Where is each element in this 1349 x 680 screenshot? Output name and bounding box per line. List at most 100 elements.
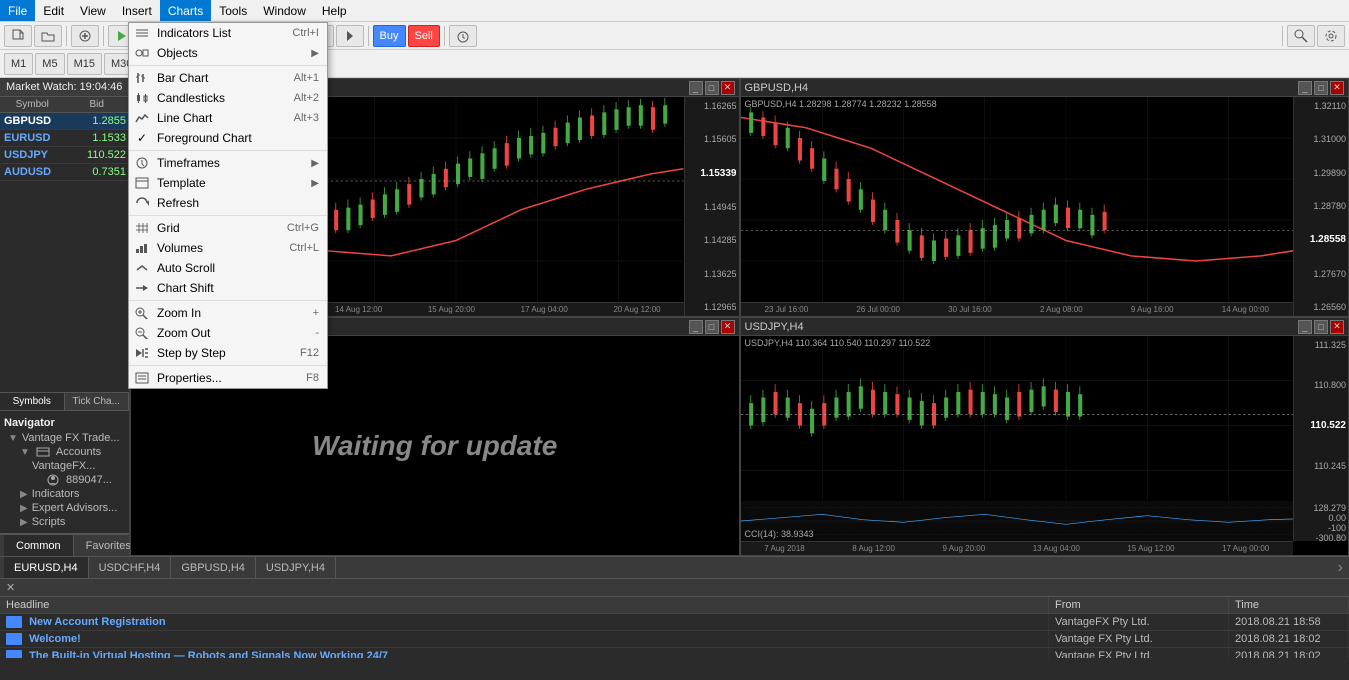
menu-refresh[interactable]: Refresh bbox=[129, 193, 327, 213]
menu-help[interactable]: Help bbox=[314, 0, 355, 21]
menu-tools[interactable]: Tools bbox=[211, 0, 255, 21]
news-row-2[interactable]: Welcome! Vantage FX Pty Ltd. 2018.08.21 … bbox=[0, 631, 1349, 648]
chart-eurusd-close[interactable]: ✕ bbox=[721, 81, 735, 95]
timer-button[interactable] bbox=[449, 25, 477, 47]
refresh-icon bbox=[133, 196, 151, 210]
news-row-3[interactable]: The Built-in Virtual Hosting — Robots an… bbox=[0, 648, 1349, 658]
chart-usdjpy-close[interactable]: ✕ bbox=[1330, 320, 1344, 334]
chart-tab-usdchf[interactable]: USDCHF,H4 bbox=[89, 557, 172, 578]
menu-edit[interactable]: Edit bbox=[35, 0, 72, 21]
menu-window[interactable]: Window bbox=[255, 0, 314, 21]
volumes-shortcut: Ctrl+L bbox=[269, 242, 319, 254]
mw-row-eurusd[interactable]: EURUSD 1.1533 bbox=[0, 130, 129, 147]
refresh-label: Refresh bbox=[157, 196, 199, 210]
navigator-item-vantage[interactable]: ▼ Vantage FX Trade... bbox=[4, 431, 125, 445]
chart-gbpusd-content[interactable]: GBPUSD,H4 1.28298 1.28774 1.28232 1.2855… bbox=[741, 97, 1349, 316]
chart-usdjpy-minimize[interactable]: _ bbox=[1298, 320, 1312, 334]
navigator-item-scripts[interactable]: ▶ Scripts bbox=[4, 515, 125, 529]
mw-row-usdjpy[interactable]: USDJPY 110.522 bbox=[0, 147, 129, 164]
chart-gbpusd-close[interactable]: ✕ bbox=[1330, 81, 1344, 95]
chart-usdjpy-titlebar: USDJPY,H4 _ □ ✕ bbox=[741, 318, 1349, 336]
forward-button[interactable] bbox=[336, 25, 364, 47]
buy-button[interactable]: Buy bbox=[373, 25, 406, 47]
sell-button[interactable]: Sell bbox=[408, 25, 440, 47]
new-order-button[interactable] bbox=[71, 25, 99, 47]
nav-label-accounts: Accounts bbox=[56, 446, 101, 458]
menu-volumes[interactable]: Volumes Ctrl+L bbox=[129, 238, 327, 258]
settings-button[interactable] bbox=[1317, 25, 1345, 47]
navigator-item-accounts[interactable]: ▼ Accounts bbox=[4, 445, 125, 459]
auto-scroll-icon bbox=[133, 261, 151, 275]
mw-sym-eurusd: EURUSD bbox=[0, 130, 55, 146]
tab-tick-chart[interactable]: Tick Cha... bbox=[65, 393, 130, 410]
grid-shortcut: Ctrl+G bbox=[267, 222, 319, 234]
chart-usdchf-minimize[interactable]: _ bbox=[689, 320, 703, 334]
menu-chart-shift[interactable]: Chart Shift bbox=[129, 278, 327, 298]
indicators-list-icon bbox=[133, 26, 151, 40]
tab-common[interactable]: Common bbox=[4, 535, 74, 556]
menu-indicators-list[interactable]: Indicators List Ctrl+I bbox=[129, 23, 327, 43]
mw-row-audusd[interactable]: AUDUSD 0.7351 bbox=[0, 164, 129, 181]
menu-bar-chart[interactable]: Bar Chart Alt+1 bbox=[129, 68, 327, 88]
navigator-item-account-num[interactable]: 889047... bbox=[4, 473, 125, 487]
chart-usdjpy-maximize[interactable]: □ bbox=[1314, 320, 1328, 334]
chart-eurusd-price-axis: 1.16265 1.15605 1.15339 1.14945 1.14285 … bbox=[684, 97, 739, 316]
chart-usdchf-maximize[interactable]: □ bbox=[705, 320, 719, 334]
menu-template[interactable]: Template ▶ bbox=[129, 173, 327, 193]
chart-tab-usdjpy[interactable]: USDJPY,H4 bbox=[256, 557, 336, 578]
open-button[interactable] bbox=[34, 25, 62, 47]
menu-candlesticks[interactable]: Candlesticks Alt+2 bbox=[129, 88, 327, 108]
menu-properties[interactable]: Properties... F8 bbox=[129, 368, 327, 388]
chart-usdchf-close[interactable]: ✕ bbox=[721, 320, 735, 334]
menu-zoom-in[interactable]: Zoom In + bbox=[129, 303, 327, 323]
grid-icon bbox=[133, 221, 151, 235]
menu-timeframes[interactable]: Timeframes ▶ bbox=[129, 153, 327, 173]
zoom-out-label: Zoom Out bbox=[157, 326, 210, 340]
chart-gbpusd-controls: _ □ ✕ bbox=[1298, 81, 1344, 95]
navigator-item-expert-advisors[interactable]: ▶ Expert Advisors... bbox=[4, 501, 125, 515]
news-row-1[interactable]: New Account Registration VantageFX Pty L… bbox=[0, 614, 1349, 631]
tf-m5[interactable]: M5 bbox=[35, 53, 64, 75]
market-watch-column-headers: Symbol Bid bbox=[0, 97, 129, 113]
search-button[interactable] bbox=[1287, 25, 1315, 47]
market-watch-table: Symbol Bid GBPUSD 1.2855 EURUSD 1.1533 U… bbox=[0, 97, 129, 392]
navigator-item-indicators[interactable]: ▶ Indicators bbox=[4, 487, 125, 501]
navigator-item-vantagefx[interactable]: VantageFX... bbox=[4, 459, 125, 473]
menu-charts[interactable]: Charts bbox=[160, 0, 211, 21]
chart-tab-gbpusd[interactable]: GBPUSD,H4 bbox=[171, 557, 256, 578]
tab-symbols[interactable]: Symbols bbox=[0, 393, 65, 410]
menu-foreground-chart[interactable]: ✓ Foreground Chart bbox=[129, 128, 327, 148]
chart-usdjpy-main-svg bbox=[741, 336, 1294, 515]
news-time-3: 2018.08.21 18:02 bbox=[1229, 648, 1349, 658]
chart-gbpusd-minimize[interactable]: _ bbox=[1298, 81, 1312, 95]
menu-insert[interactable]: Insert bbox=[114, 0, 160, 21]
menu-auto-scroll[interactable]: Auto Scroll bbox=[129, 258, 327, 278]
new-button[interactable] bbox=[4, 25, 32, 47]
menu-file[interactable]: File bbox=[0, 0, 35, 21]
menu-grid[interactable]: Grid Ctrl+G bbox=[129, 218, 327, 238]
menu-step-by-step[interactable]: Step by Step F12 bbox=[129, 343, 327, 363]
menu-line-chart[interactable]: Line Chart Alt+3 bbox=[129, 108, 327, 128]
indicators-list-shortcut: Ctrl+I bbox=[272, 27, 319, 39]
nav-label-vantagefx: VantageFX... bbox=[32, 460, 95, 472]
line-chart-shortcut: Alt+3 bbox=[274, 112, 319, 124]
mw-row-gbpusd[interactable]: GBPUSD 1.2855 bbox=[0, 113, 129, 130]
terminal-header: ✕ bbox=[0, 579, 1349, 597]
chart-tabs-scroll[interactable]: › bbox=[1332, 557, 1349, 579]
nav-label-scripts: Scripts bbox=[32, 516, 66, 528]
ea-expand-icon: ▶ bbox=[20, 503, 28, 514]
terminal-close-button[interactable]: ✕ bbox=[0, 581, 21, 594]
chart-eurusd-minimize[interactable]: _ bbox=[689, 81, 703, 95]
news-from-2: Vantage FX Pty Ltd. bbox=[1049, 631, 1229, 647]
tf-m1[interactable]: M1 bbox=[4, 53, 33, 75]
template-icon bbox=[133, 176, 151, 190]
menu-view[interactable]: View bbox=[72, 0, 114, 21]
chart-gbpusd-maximize[interactable]: □ bbox=[1314, 81, 1328, 95]
chart-eurusd-maximize[interactable]: □ bbox=[705, 81, 719, 95]
chart-tab-eurusd[interactable]: EURUSD,H4 bbox=[4, 557, 89, 578]
chart-usdjpy-content[interactable]: USDJPY,H4 110.364 110.540 110.297 110.52… bbox=[741, 336, 1349, 555]
menu-zoom-out[interactable]: Zoom Out - bbox=[129, 323, 327, 343]
menu-objects[interactable]: Objects ▶ bbox=[129, 43, 327, 63]
tf-m15[interactable]: M15 bbox=[67, 53, 102, 75]
nav-label-indicators: Indicators bbox=[32, 488, 80, 500]
